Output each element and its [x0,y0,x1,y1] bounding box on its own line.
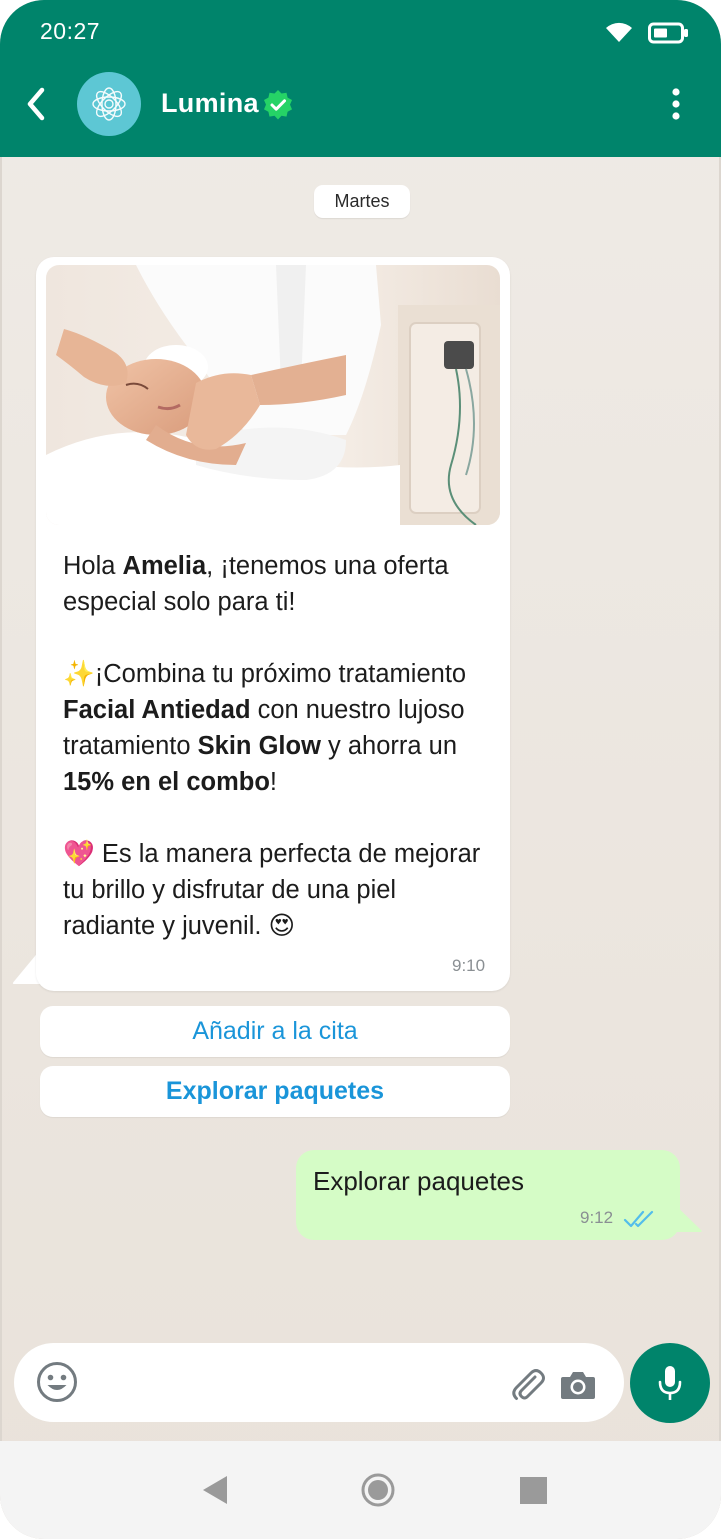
lumina-logo-icon [92,87,126,121]
incoming-timestamp: 9:10 [452,956,486,975]
attach-icon[interactable] [509,1365,547,1403]
message-paragraph-2: ✨¡Combina tu próximo tratamiento Facial … [63,660,467,796]
mic-icon [658,1366,682,1400]
date-chip: Martes [314,185,410,218]
heart-eyes-emoji: 😍 [268,912,296,940]
emoji-icon[interactable] [36,1361,78,1403]
quick-reply-explore-packages[interactable]: Explorar paquetes [40,1066,510,1117]
nav-home-icon[interactable] [360,1472,396,1508]
nav-recents-icon[interactable] [520,1477,547,1504]
message-paragraph-3: 💖 Es la manera perfecta de mejorar tu br… [63,840,481,940]
wifi-icon [606,22,632,42]
message-image[interactable] [46,265,500,525]
status-time: 20:27 [40,18,101,44]
back-arrow-icon[interactable] [20,84,54,124]
message-paragraph-1: Hola Amelia, ¡tenemos una oferta especia… [63,552,449,616]
contact-avatar[interactable] [77,72,141,136]
contact-name[interactable]: Lumina [161,88,259,119]
incoming-message-text: Hola Amelia, ¡tenemos una oferta especia… [63,548,495,944]
sparkles-emoji: ✨ [63,660,95,688]
more-vert-icon[interactable] [664,86,688,122]
phone-screen: 20:27 Lumina Martes Hola Amelia, ¡tenemo… [0,0,721,1539]
facial-massage-photo [46,265,500,525]
nav-back-icon[interactable] [201,1474,229,1506]
outgoing-timestamp: 9:12 [580,1208,614,1227]
chat-header: 20:27 Lumina [0,0,721,157]
outgoing-message-text: Explorar paquetes [313,1166,525,1196]
mic-button[interactable] [630,1343,710,1423]
battery-icon [648,22,688,44]
heart-emoji: 💖 [63,840,95,868]
camera-icon[interactable] [560,1370,596,1400]
verified-check-icon [264,90,292,120]
quick-reply-add-appointment[interactable]: Añadir a la cita [40,1006,510,1057]
read-checks-icon [623,1210,654,1228]
